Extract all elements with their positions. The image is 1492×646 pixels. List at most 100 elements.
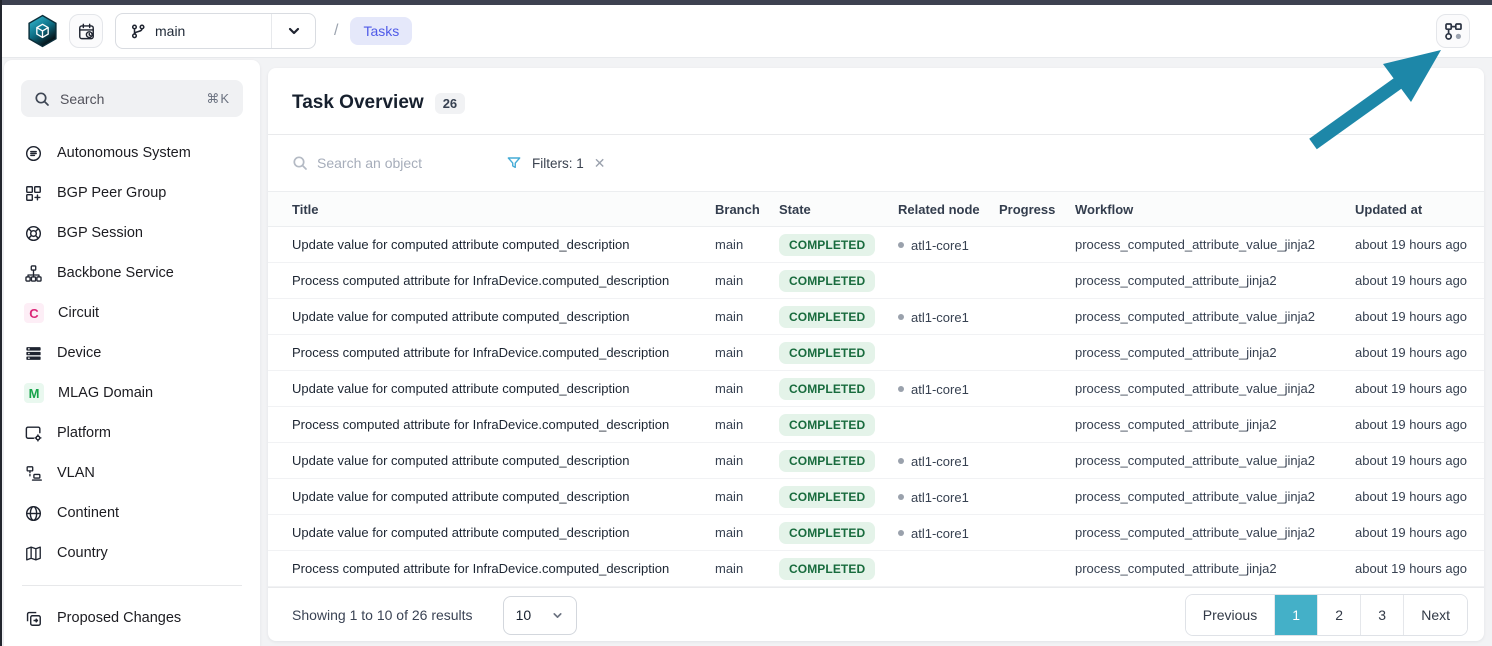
task-state: COMPLETED xyxy=(779,515,898,551)
task-branch: main xyxy=(715,479,779,515)
page-3-button[interactable]: 3 xyxy=(1361,595,1404,635)
clear-filters-icon[interactable]: ✕ xyxy=(594,156,606,170)
table-row[interactable]: Process computed attribute for InfraDevi… xyxy=(268,263,1484,299)
task-branch: main xyxy=(715,407,779,443)
task-progress xyxy=(999,443,1075,479)
results-summary: Showing 1 to 10 of 26 results xyxy=(292,607,473,623)
table-row[interactable]: Update value for computed attribute comp… xyxy=(268,443,1484,479)
filter-funnel-icon[interactable] xyxy=(506,155,522,171)
status-badge: COMPLETED xyxy=(779,342,875,364)
object-search-input[interactable] xyxy=(317,155,482,171)
task-related-node: atl1-core1 xyxy=(898,515,999,551)
filters-count-label: Filters: 1 xyxy=(532,156,584,171)
task-branch: main xyxy=(715,371,779,407)
status-badge: COMPLETED xyxy=(779,378,875,400)
search-icon xyxy=(292,155,308,171)
related-node-name: atl1-core1 xyxy=(911,238,969,253)
task-branch: main xyxy=(715,263,779,299)
task-related-node: atl1-core1 xyxy=(898,227,999,263)
sidebar-item-vlan[interactable]: VLAN xyxy=(4,453,260,493)
related-node-name: atl1-core1 xyxy=(911,382,969,397)
task-title: Update value for computed attribute comp… xyxy=(268,443,715,479)
task-updated-at: about 19 hours ago xyxy=(1355,407,1484,443)
branch-selector-value[interactable]: main xyxy=(116,14,271,48)
task-updated-at: about 19 hours ago xyxy=(1355,551,1484,587)
table-row[interactable]: Update value for computed attribute comp… xyxy=(268,299,1484,335)
tasks-table: Title Branch State Related node Progress… xyxy=(268,191,1484,587)
table-row[interactable]: Process computed attribute for InfraDevi… xyxy=(268,407,1484,443)
page-1-button[interactable]: 1 xyxy=(1275,595,1318,635)
task-table-body: Update value for computed attribute comp… xyxy=(268,227,1484,587)
sidebar-item-label: Continent xyxy=(57,505,119,521)
task-state: COMPLETED xyxy=(779,263,898,299)
branch-selector: main xyxy=(115,13,316,49)
related-node-name: atl1-core1 xyxy=(911,490,969,505)
mlag-letter-icon: M xyxy=(24,383,44,403)
col-updated-at: Updated at xyxy=(1355,192,1484,227)
task-related-node: atl1-core1 xyxy=(898,479,999,515)
sidebar-item-label: Device xyxy=(57,345,101,361)
date-time-button[interactable] xyxy=(69,14,103,48)
task-progress xyxy=(999,227,1075,263)
vlan-icon xyxy=(24,464,43,483)
search-icon xyxy=(34,91,50,107)
table-row[interactable]: Update value for computed attribute comp… xyxy=(268,515,1484,551)
platform-icon xyxy=(24,424,43,443)
sidebar-item-device[interactable]: Device xyxy=(4,333,260,373)
table-row[interactable]: Update value for computed attribute comp… xyxy=(268,371,1484,407)
task-workflow: process_computed_attribute_value_jinja2 xyxy=(1075,299,1355,335)
page-2-button[interactable]: 2 xyxy=(1318,595,1361,635)
status-badge: COMPLETED xyxy=(779,414,875,436)
sidebar-item-object-management[interactable]: Object Management xyxy=(4,638,260,646)
chevron-down-icon xyxy=(551,609,564,622)
table-row[interactable]: Process computed attribute for InfraDevi… xyxy=(268,551,1484,587)
table-footer: Showing 1 to 10 of 26 results 10 Previou… xyxy=(268,587,1484,641)
object-search xyxy=(292,155,482,171)
task-related-node xyxy=(898,263,999,299)
task-workflow: process_computed_attribute_value_jinja2 xyxy=(1075,371,1355,407)
table-row[interactable]: Update value for computed attribute comp… xyxy=(268,479,1484,515)
country-map-icon xyxy=(24,544,43,563)
related-node-dot-icon xyxy=(898,386,904,392)
previous-page-button[interactable]: Previous xyxy=(1186,595,1275,635)
search-shortcut: ⌘K xyxy=(206,91,230,107)
sidebar-item-platform[interactable]: Platform xyxy=(4,413,260,453)
task-progress xyxy=(999,407,1075,443)
app-logo-icon[interactable] xyxy=(26,14,59,48)
autonomous-system-icon xyxy=(24,144,43,163)
sidebar-item-bgp-peer-group[interactable]: BGP Peer Group xyxy=(4,173,260,213)
circuit-letter-icon: C xyxy=(24,303,44,323)
sidebar-item-circuit[interactable]: C Circuit xyxy=(4,293,260,333)
task-updated-at: about 19 hours ago xyxy=(1355,335,1484,371)
task-updated-at: about 19 hours ago xyxy=(1355,515,1484,551)
col-branch: Branch xyxy=(715,192,779,227)
sidebar-item-label: Country xyxy=(57,545,108,561)
sidebar-item-continent[interactable]: Continent xyxy=(4,493,260,533)
sidebar-item-backbone-service[interactable]: Backbone Service xyxy=(4,253,260,293)
sidebar-item-proposed-changes[interactable]: Proposed Changes xyxy=(4,598,260,638)
task-count-badge: 26 xyxy=(435,93,465,114)
col-progress: Progress xyxy=(999,192,1075,227)
page-size-select[interactable]: 10 xyxy=(503,596,577,635)
next-page-button[interactable]: Next xyxy=(1404,595,1467,635)
schema-visualizer-button[interactable] xyxy=(1436,14,1470,48)
sidebar-item-autonomous-system[interactable]: Autonomous System xyxy=(4,133,260,173)
table-row[interactable]: Update value for computed attribute comp… xyxy=(268,227,1484,263)
sidebar-item-mlag-domain[interactable]: M MLAG Domain xyxy=(4,373,260,413)
task-related-node xyxy=(898,551,999,587)
sidebar-item-bgp-session[interactable]: BGP Session xyxy=(4,213,260,253)
task-progress xyxy=(999,551,1075,587)
window-top-strip xyxy=(2,0,1492,5)
task-branch: main xyxy=(715,299,779,335)
task-workflow: process_computed_attribute_value_jinja2 xyxy=(1075,443,1355,479)
task-state: COMPLETED xyxy=(779,443,898,479)
task-progress xyxy=(999,515,1075,551)
sidebar-item-label: Proposed Changes xyxy=(57,610,181,626)
branch-dropdown-toggle[interactable] xyxy=(271,14,315,48)
breadcrumb-tasks[interactable]: Tasks xyxy=(350,17,412,45)
task-workflow: process_computed_attribute_jinja2 xyxy=(1075,263,1355,299)
sidebar-item-label: Platform xyxy=(57,425,111,441)
table-row[interactable]: Process computed attribute for InfraDevi… xyxy=(268,335,1484,371)
sidebar-search[interactable]: Search ⌘K xyxy=(21,80,243,117)
sidebar-item-country[interactable]: Country xyxy=(4,533,260,573)
